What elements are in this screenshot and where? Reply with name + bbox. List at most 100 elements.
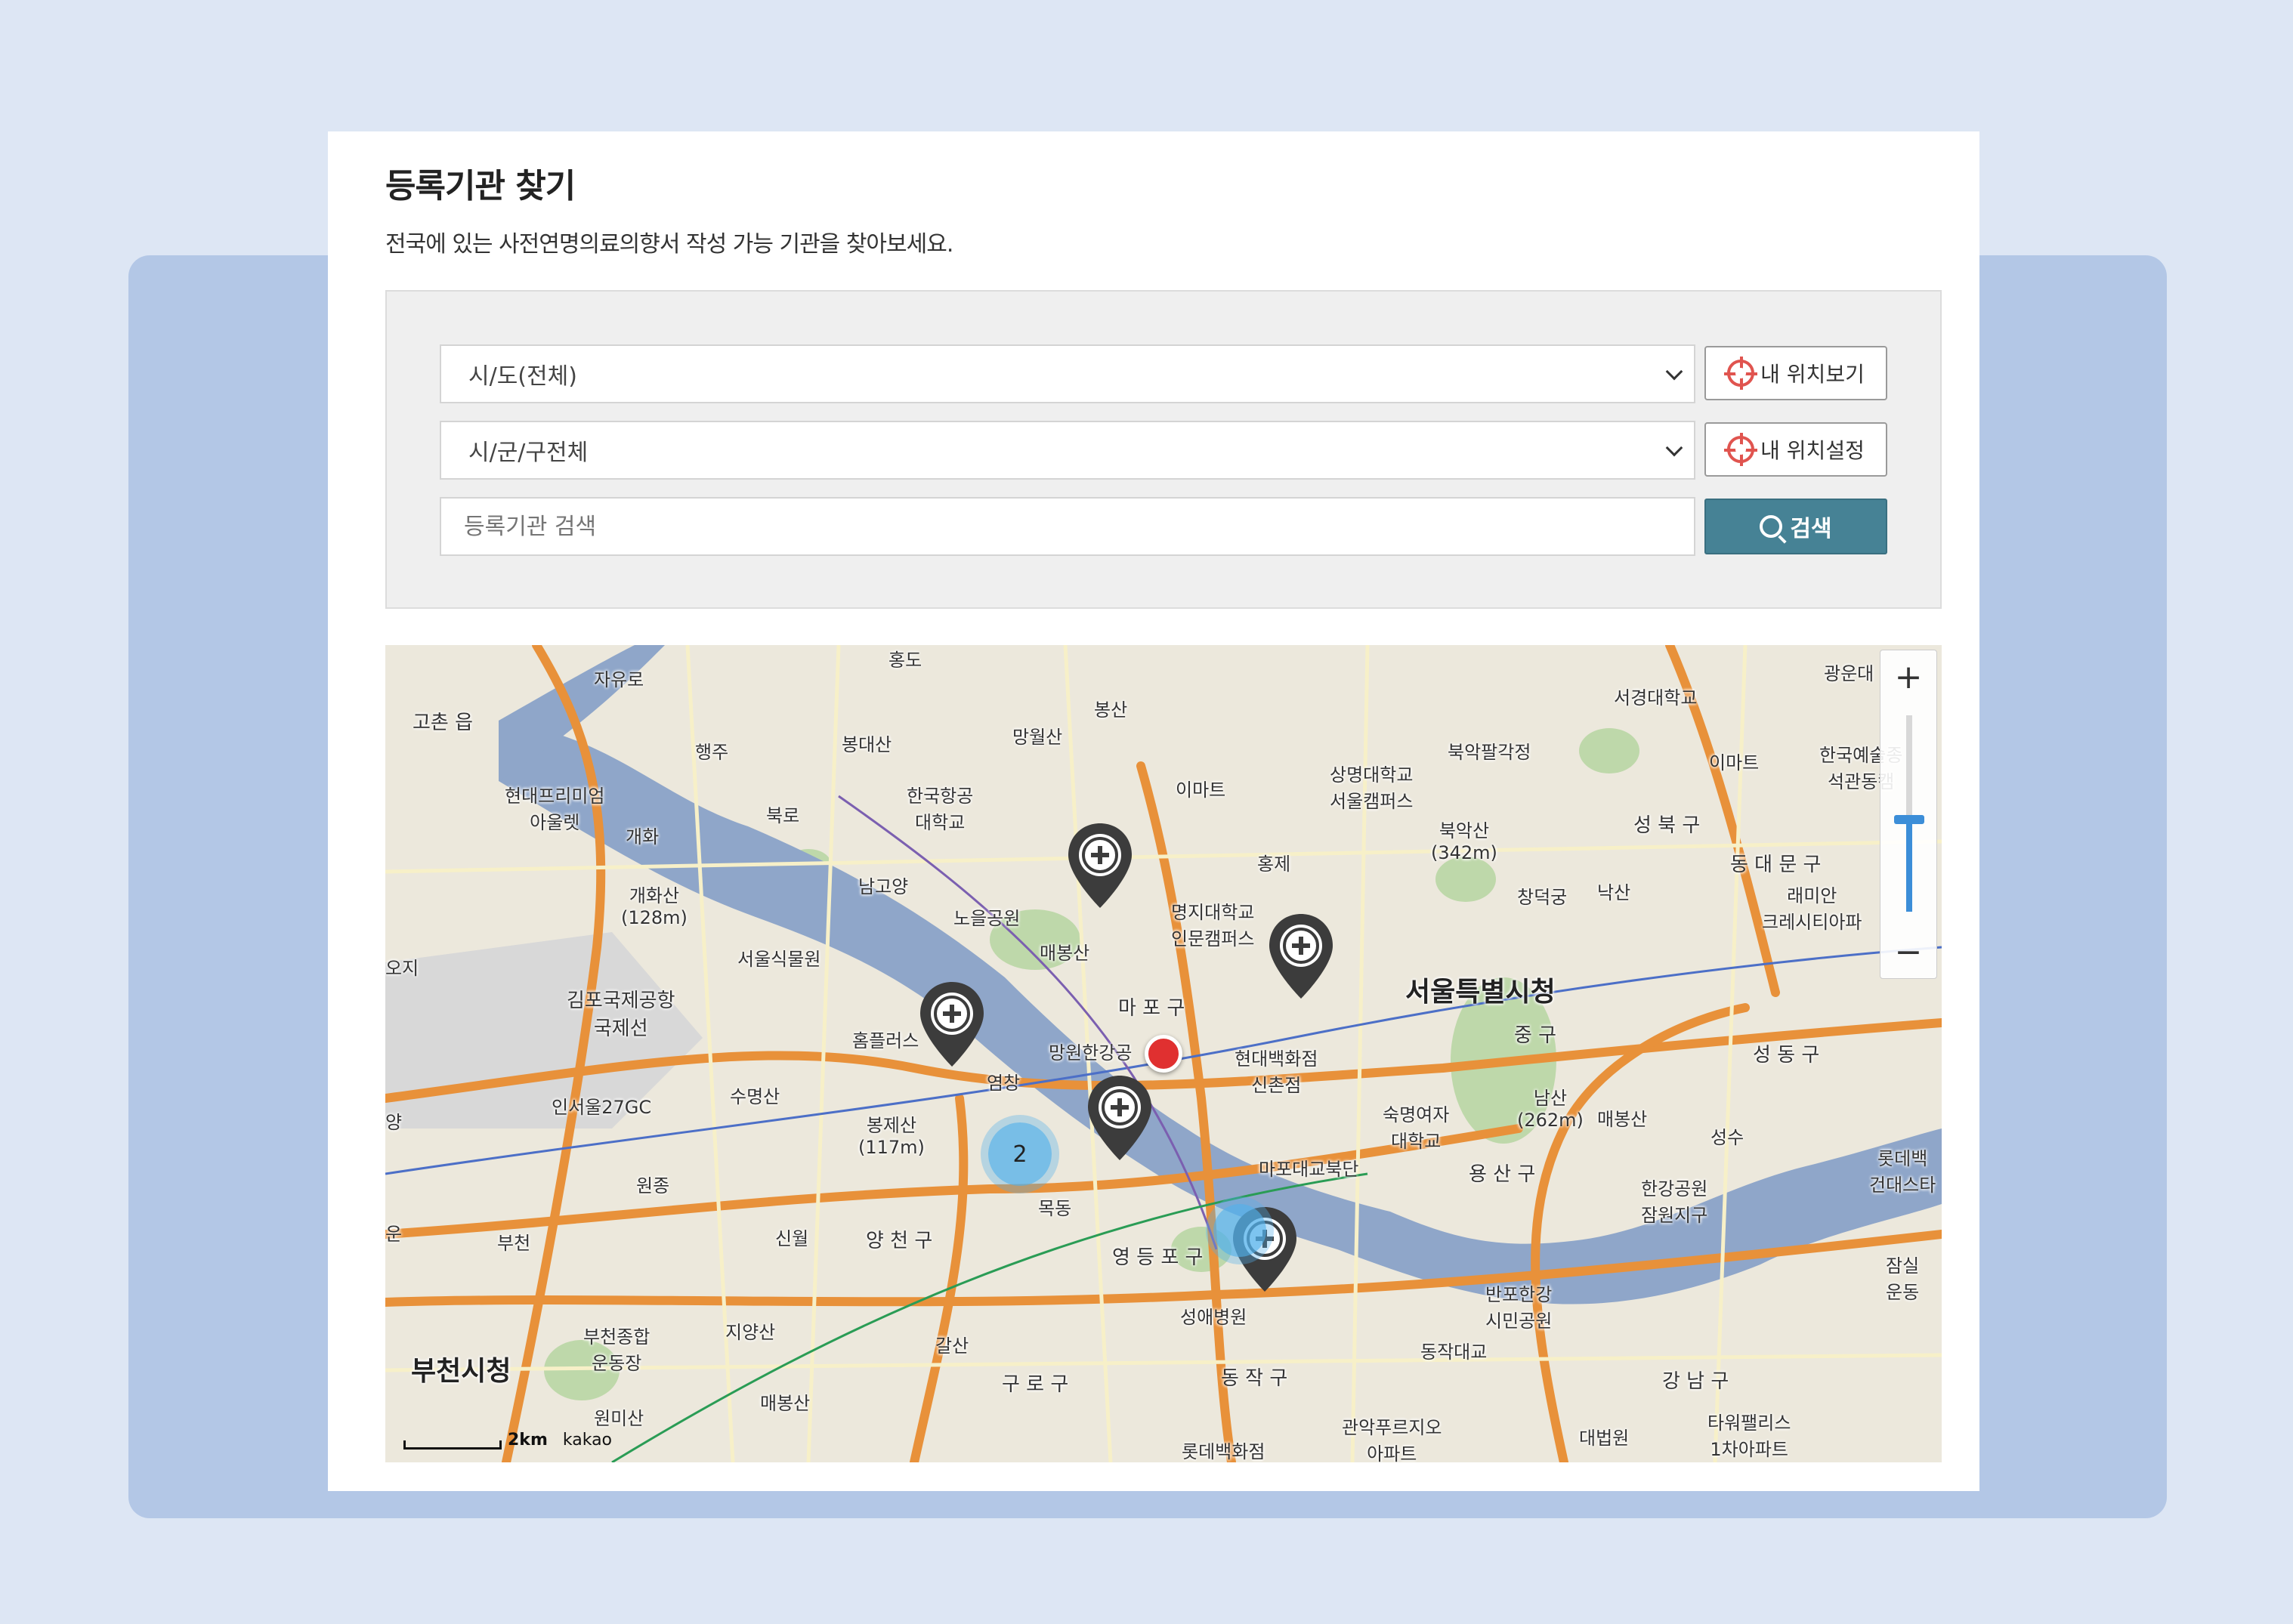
map-label-lotte-konkuk: 롯데백 건대스타 [1869, 1148, 1936, 1196]
map-marker[interactable] [1064, 820, 1136, 911]
sigungu-select-value: 시/군/구전체 [468, 440, 589, 466]
map-label-hangang-jamwon: 한강공원 잠원지구 [1641, 1178, 1708, 1226]
map-label-emart-2: 이마트 [1709, 752, 1760, 773]
map-label-seoul-city-hall: 서울특별시청 [1405, 977, 1556, 1008]
map-marker[interactable] [1083, 1073, 1156, 1163]
scale-bar-text: 2km [508, 1431, 548, 1450]
map-label-mokdong: 목동 [1038, 1198, 1072, 1219]
map-label-un: 운 [385, 1224, 403, 1245]
map-label-homeplus: 홈플러스 [852, 1030, 919, 1051]
map-label-dongjak-gu: 동 작 구 [1221, 1367, 1288, 1390]
map-label-hongje: 홍제 [1257, 854, 1291, 875]
map-label-bucheon-city-hall: 부천시청 [411, 1356, 511, 1387]
map-label-noeul-park: 노을공원 [953, 908, 1021, 929]
zoom-slider-handle[interactable] [1894, 815, 1924, 824]
map-label-tower-palace: 타워팰리스 1차아파트 [1707, 1413, 1791, 1460]
search-icon [1760, 515, 1783, 538]
map-label-mapo-gu: 마 포 구 [1118, 997, 1185, 1020]
map-label-namgoyang: 남고양 [858, 876, 909, 897]
map-label-seongdong-gu: 성 동 구 [1753, 1044, 1820, 1067]
map-label-hongdo: 홍도 [888, 650, 922, 671]
map-label-raemian: 래미안 크레시티아파 [1762, 885, 1862, 933]
map-label-wonjong: 원종 [636, 1175, 670, 1196]
map-label-lotte-dept: 롯데백화점 [1182, 1441, 1265, 1462]
map-label-bukro: 북로 [766, 805, 800, 826]
crosshair-icon [1724, 433, 1758, 466]
map-label-maebongsan: 매봉산 [1040, 943, 1090, 964]
map-cluster-marker[interactable]: 2 [988, 1122, 1052, 1186]
sido-select[interactable]: 시/도(전체) [440, 344, 1695, 403]
map-label-mangwolsan: 망월산 [1012, 727, 1063, 748]
search-panel: 시/도(전체) 시/군/구전체 내 위치보기 내 위치설정 검색 [385, 290, 1942, 609]
map-label-seongsu: 성수 [1710, 1127, 1744, 1148]
map-label-bongdaesan: 봉대산 [842, 734, 892, 755]
map-label-maebongsan-2: 매봉산 [760, 1393, 811, 1414]
zoom-out-button[interactable]: − [1880, 925, 1936, 978]
map-label-jamsil: 잠실 운동 [1886, 1255, 1920, 1303]
map-marker[interactable] [1265, 911, 1337, 1002]
map-label-dongdaemun-gu: 동 대 문 구 [1730, 854, 1822, 876]
map-label-gwangun: 광운대 [1824, 663, 1874, 684]
crosshair-icon [1724, 357, 1758, 390]
zoom-in-button[interactable]: + [1880, 650, 1936, 703]
search-button[interactable]: 검색 [1704, 499, 1887, 554]
map-cluster-marker-partial[interactable] [1213, 1204, 1266, 1257]
map-label-seongbuk-gu: 성 북 구 [1633, 814, 1701, 837]
map-label-bucheon: 부천 [497, 1233, 531, 1254]
map-label-sookmyung: 숙명여자 대학교 [1383, 1104, 1450, 1152]
page-subtitle: 전국에 있는 사전연명의료의향서 작성 가능 기관을 찾아보세요. [385, 231, 953, 258]
page-title: 등록기관 찾기 [385, 167, 576, 205]
sigungu-select[interactable]: 시/군/구전체 [440, 421, 1695, 480]
map-label-gwanak-apt: 관악푸르지오 아파트 [1342, 1417, 1442, 1462]
map-label-gochon: 고촌 읍 [413, 712, 474, 734]
map-label-inseoul-gc: 인서울27GC [552, 1097, 652, 1118]
map-label-aerospace-univ: 한국항공 대학교 [907, 786, 974, 833]
map-label-yeongdeungpo-gu: 영 등 포 구 [1112, 1246, 1204, 1269]
my-location-set-label: 내 위치설정 [1760, 438, 1865, 463]
sido-select-value: 시/도(전체) [468, 363, 577, 390]
map-label-sangmyung: 상명대학교 서울캠퍼스 [1330, 764, 1414, 812]
map-label-gaehwa: 개화 [626, 826, 660, 848]
map-label-bongjesan: 봉제산 (117m) [858, 1115, 925, 1158]
map-label-jiyangsan: 지양산 [725, 1322, 776, 1343]
map-label-yang: 양 [385, 1112, 403, 1133]
keyword-search-input[interactable] [440, 497, 1695, 556]
map-label-mangwon-park: 망원한강공 [1049, 1042, 1133, 1064]
map-label-maebongsan-3: 매봉산 [1597, 1109, 1648, 1130]
map-label-guro-gu: 구 로 구 [1002, 1373, 1069, 1396]
map-label-supreme-court: 대법원 [1579, 1428, 1630, 1449]
map-label-bongsan: 봉산 [1094, 699, 1128, 721]
map-label-sungae-hospital: 성애병원 [1180, 1307, 1247, 1328]
map-label-jayuro: 자유로 [594, 669, 644, 690]
map-label-mapo-bridge: 마포대교북단 [1259, 1159, 1359, 1180]
scale-bar-line [403, 1440, 502, 1450]
map-label-gimpo-airport: 김포국제공항 국제선 [567, 990, 675, 1040]
map-label-yeomchang: 염창 [987, 1073, 1021, 1094]
map-brand: kakao [562, 1431, 613, 1450]
map-label-naksan: 낙산 [1597, 882, 1631, 903]
map-label-sumyeongsan: 수명산 [730, 1086, 780, 1107]
map-label-banpo: 반포한강 시민공원 [1485, 1284, 1553, 1332]
map-label-hyundai-sinchon: 현대백화점 신촌점 [1235, 1048, 1318, 1096]
map-label-emart: 이마트 [1176, 780, 1226, 801]
map-label-haengju: 행주 [695, 742, 729, 763]
zoom-slider-fill [1906, 824, 1912, 912]
chevron-down-icon [1665, 363, 1683, 381]
map-label-yangcheon-gu: 양 천 구 [866, 1230, 933, 1252]
map-view[interactable]: 서울특별시청 부천시청 마 포 구 양 천 구 영 등 포 구 용 산 구 동 … [385, 645, 1942, 1462]
map-label-galsan: 갈산 [935, 1335, 969, 1357]
map-label-wonmisan: 원미산 [594, 1408, 644, 1429]
map-scale-bar: 2km kakao [403, 1431, 612, 1450]
map-label-bucheon-stadium: 부천종합 운동장 [583, 1326, 651, 1374]
map-label-oji: 오지 [385, 958, 419, 979]
map-label-dongjak-bridge: 동작대교 [1420, 1341, 1488, 1363]
my-location-view-label: 내 위치보기 [1760, 362, 1865, 387]
map-marker[interactable] [916, 979, 988, 1070]
search-button-label: 검색 [1790, 516, 1832, 542]
my-location-set-button[interactable]: 내 위치설정 [1704, 422, 1887, 477]
map-label-jung-gu: 중 구 [1514, 1024, 1557, 1047]
content-card: 등록기관 찾기 전국에 있는 사전연명의료의향서 작성 가능 기관을 찾아보세요… [328, 131, 1979, 1491]
map-label-seokyeong-univ: 서경대학교 [1614, 687, 1698, 709]
map-label-namsan: 남산 (262m) [1517, 1088, 1584, 1131]
my-location-view-button[interactable]: 내 위치보기 [1704, 346, 1887, 400]
